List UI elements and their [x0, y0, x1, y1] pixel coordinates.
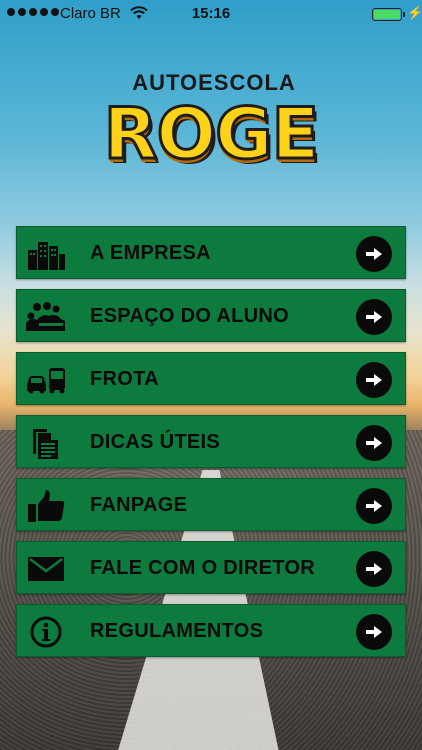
arrow-right-icon — [356, 551, 392, 587]
menu-item-espaco-do-aluno[interactable]: ESPAÇO DO ALUNO — [16, 289, 406, 342]
arrow-right-icon — [356, 236, 392, 272]
menu-item-label: FALE COM O DIRETOR — [90, 557, 316, 579]
documents-icon — [25, 426, 67, 460]
menu-item-label: FROTA — [90, 368, 159, 390]
arrow-right-icon — [356, 362, 392, 398]
arrow-right-icon — [356, 425, 392, 461]
status-bar: Claro BR 15:16 ⚡ — [0, 0, 422, 28]
menu-item-label: A EMPRESA — [90, 242, 211, 264]
menu-item-fale-com-o-diretor[interactable]: FALE COM O DIRETOR — [16, 541, 406, 594]
menu-item-dicas-uteis[interactable]: DICAS ÚTEIS — [16, 415, 406, 468]
students-icon — [25, 300, 67, 334]
vehicles-icon — [25, 363, 67, 397]
menu-item-label: ESPAÇO DO ALUNO — [90, 305, 289, 327]
info-icon — [25, 615, 67, 649]
battery-icon — [372, 8, 402, 21]
menu-item-label: REGULAMENTOS — [90, 620, 264, 642]
charging-icon: ⚡ — [407, 5, 422, 20]
arrow-right-icon — [356, 299, 392, 335]
buildings-icon — [25, 237, 67, 271]
app-logo: AUTOESCOLA ROGE — [0, 70, 422, 174]
status-time: 15:16 — [191, 5, 231, 22]
logo-title: ROGE — [0, 95, 422, 174]
menu-item-label: FANPAGE — [90, 494, 188, 516]
thumbs-up-icon — [25, 489, 67, 523]
menu-item-frota[interactable]: FROTA — [16, 352, 406, 405]
envelope-icon — [25, 552, 67, 586]
arrow-right-icon — [356, 614, 392, 650]
menu-item-fanpage[interactable]: FANPAGE — [16, 478, 406, 531]
menu-item-a-empresa[interactable]: A EMPRESA — [16, 226, 406, 279]
arrow-right-icon — [356, 488, 392, 524]
menu-item-label: DICAS ÚTEIS — [90, 431, 220, 453]
main-menu: A EMPRESA ESPAÇO DO ALUNO FROTA DICAS ÚT… — [16, 226, 406, 667]
battery-tip — [403, 12, 405, 17]
menu-item-regulamentos[interactable]: REGULAMENTOS — [16, 604, 406, 657]
